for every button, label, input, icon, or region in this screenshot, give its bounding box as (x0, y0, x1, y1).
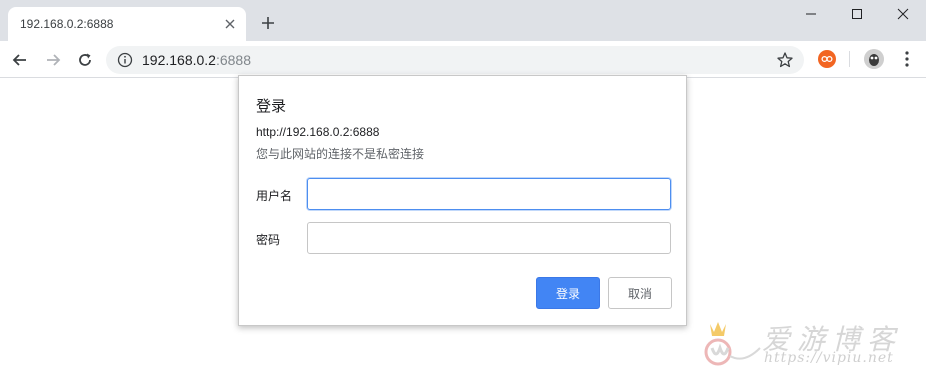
dialog-warning: 您与此网站的连接不是私密连接 (256, 147, 425, 161)
forward-arrow-icon[interactable] (43, 50, 63, 70)
username-input[interactable] (307, 178, 671, 210)
toolbar-divider (849, 51, 850, 67)
tab-title: 192.168.0.2:6888 (20, 17, 114, 31)
watermark-url: https://vipiu.net (764, 350, 894, 366)
profile-avatar[interactable] (864, 49, 884, 69)
password-label: 密码 (256, 233, 281, 247)
extension-glyph-icon (821, 55, 833, 63)
url-port: :6888 (215, 52, 252, 68)
username-label: 用户名 (256, 189, 293, 203)
star-icon[interactable] (776, 51, 794, 69)
close-icon[interactable] (222, 16, 238, 32)
info-icon[interactable] (117, 52, 133, 68)
reload-icon[interactable] (75, 50, 95, 70)
kebab-menu-icon[interactable] (900, 50, 914, 68)
cancel-button[interactable]: 取消 (608, 277, 672, 309)
minimize-button[interactable] (788, 0, 834, 28)
address-bar[interactable]: 192.168.0.2:6888 (106, 46, 804, 74)
tab-strip: 192.168.0.2:6888 (0, 0, 926, 41)
extension-icon[interactable] (818, 50, 836, 68)
minimize-icon (806, 13, 816, 15)
tab-active[interactable]: 192.168.0.2:6888 (8, 7, 246, 41)
back-arrow-icon[interactable] (10, 50, 30, 70)
avatar-icon (864, 49, 884, 69)
maximize-icon (852, 9, 862, 19)
window-close-button[interactable] (880, 0, 926, 28)
auth-dialog: 登录 http://192.168.0.2:6888 您与此网站的连接不是私密连… (238, 75, 687, 326)
dialog-title: 登录 (256, 98, 287, 115)
login-button[interactable]: 登录 (536, 277, 600, 309)
password-input[interactable] (307, 222, 671, 254)
watermark-logo (704, 322, 761, 366)
dialog-origin: http://192.168.0.2:6888 (256, 125, 380, 139)
toolbar: 192.168.0.2:6888 (0, 41, 926, 78)
plus-icon[interactable] (259, 14, 277, 32)
close-icon (897, 8, 909, 20)
maximize-button[interactable] (834, 0, 880, 28)
url-host: 192.168.0.2 (142, 52, 216, 68)
url-text[interactable]: 192.168.0.2:6888 (142, 52, 251, 68)
